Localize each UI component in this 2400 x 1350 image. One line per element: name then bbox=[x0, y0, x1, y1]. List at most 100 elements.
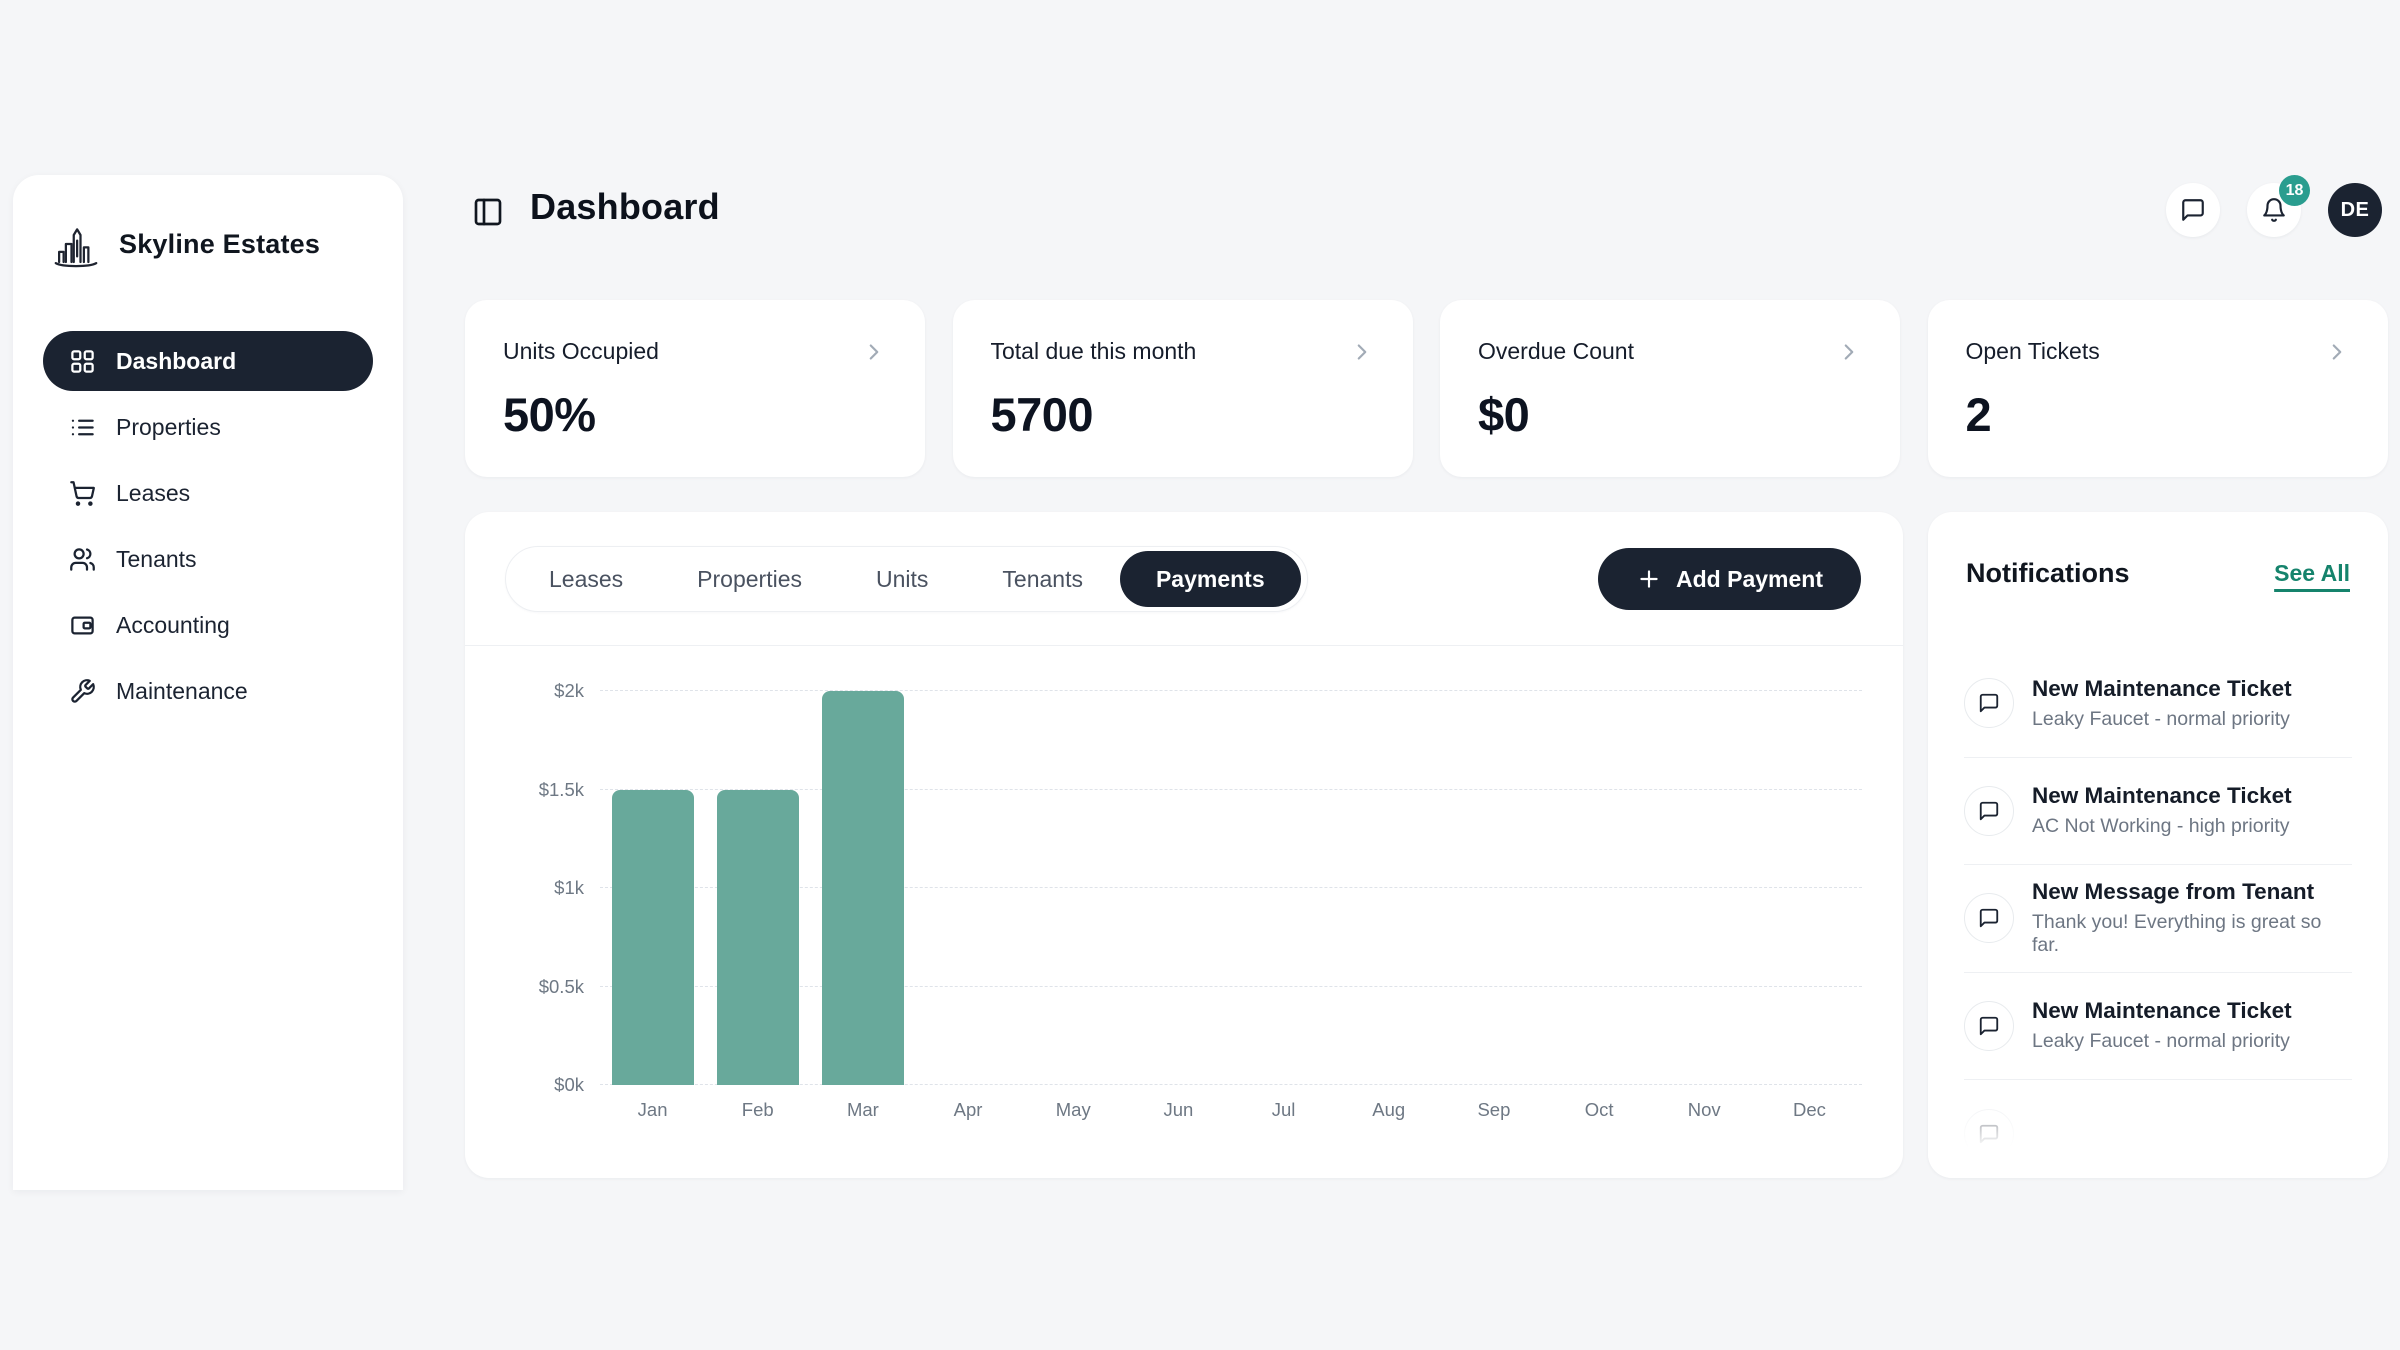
sidebar-item-label: Tenants bbox=[116, 546, 197, 573]
payments-panel: Leases Properties Units Tenants Payments… bbox=[465, 512, 1903, 1178]
message-bubble-icon bbox=[1964, 786, 2014, 836]
notification-description: Thank you! Everything is great so far. bbox=[2032, 911, 2352, 957]
stats-row: Units Occupied 50% Total due this month … bbox=[465, 300, 2388, 477]
avatar[interactable]: DE bbox=[2328, 183, 2382, 237]
notification-title: New Maintenance Ticket bbox=[2032, 676, 2292, 702]
skyline-logo-icon bbox=[49, 217, 103, 271]
notifications-panel: Notifications See All New Maintenance Ti… bbox=[1928, 512, 2388, 1178]
app-name: Skyline Estates bbox=[119, 229, 320, 260]
sidebar-item-label: Properties bbox=[116, 414, 221, 441]
see-all-link[interactable]: See All bbox=[2274, 560, 2350, 587]
y-axis-tick: $0.5k bbox=[539, 976, 584, 998]
plus-icon bbox=[1636, 566, 1662, 592]
layout-grid-icon bbox=[69, 348, 96, 375]
y-axis-tick: $0k bbox=[554, 1074, 584, 1096]
notification-count-badge: 18 bbox=[2279, 175, 2310, 206]
stat-label: Total due this month bbox=[991, 338, 1197, 365]
page-title: Dashboard bbox=[530, 186, 720, 228]
stat-card-units-occupied[interactable]: Units Occupied 50% bbox=[465, 300, 925, 477]
notification-item[interactable]: New Maintenance Ticket Leaky Faucet - no… bbox=[1964, 973, 2352, 1081]
message-square-icon bbox=[2180, 197, 2206, 223]
bar-mar bbox=[822, 691, 904, 1085]
x-axis-tick: Nov bbox=[1652, 1099, 1757, 1121]
tab-units[interactable]: Units bbox=[839, 547, 965, 611]
tab-payments[interactable]: Payments bbox=[1120, 551, 1301, 607]
sidebar: Skyline Estates Dashboard Properties Lea… bbox=[13, 175, 403, 1190]
shopping-cart-icon bbox=[69, 480, 96, 507]
messages-button[interactable] bbox=[2166, 183, 2220, 237]
sidebar-menu: Dashboard Properties Leases Tenants Acco… bbox=[43, 331, 373, 721]
stat-card-total-due[interactable]: Total due this month 5700 bbox=[953, 300, 1413, 477]
stat-value: 5700 bbox=[991, 387, 1375, 442]
header-actions: 18 DE bbox=[2166, 183, 2382, 237]
message-bubble-icon bbox=[1964, 1109, 2014, 1159]
wallet-icon bbox=[69, 612, 96, 639]
panel-left-icon bbox=[472, 196, 504, 228]
chevron-right-icon bbox=[1349, 339, 1375, 365]
chart-plot: $0k$0.5k$1k$1.5k$2kJanFebMarAprMayJunJul… bbox=[600, 660, 1862, 1085]
x-axis-tick: Sep bbox=[1441, 1099, 1546, 1121]
notification-title: New Message from Tenant bbox=[2032, 879, 2352, 905]
message-bubble-icon bbox=[1964, 893, 2014, 943]
stat-card-overdue-count[interactable]: Overdue Count $0 bbox=[1440, 300, 1900, 477]
stat-value: 2 bbox=[1966, 387, 2350, 442]
sidebar-item-leases[interactable]: Leases bbox=[43, 463, 373, 523]
add-payment-label: Add Payment bbox=[1676, 566, 1823, 593]
sidebar-item-label: Accounting bbox=[116, 612, 230, 639]
stat-value: $0 bbox=[1478, 387, 1862, 442]
sidebar-toggle-button[interactable] bbox=[472, 196, 504, 228]
chevron-right-icon bbox=[861, 339, 887, 365]
sidebar-item-label: Leases bbox=[116, 480, 190, 507]
users-icon bbox=[69, 546, 96, 573]
x-axis-tick: Mar bbox=[810, 1099, 915, 1121]
stat-card-open-tickets[interactable]: Open Tickets 2 bbox=[1928, 300, 2388, 477]
x-axis-tick: Jun bbox=[1126, 1099, 1231, 1121]
brand: Skyline Estates bbox=[43, 215, 373, 273]
list-icon bbox=[69, 414, 96, 441]
y-axis-tick: $1.5k bbox=[539, 779, 584, 801]
notification-item[interactable]: New Maintenance Ticket AC Not Working - … bbox=[1964, 758, 2352, 866]
notification-item[interactable]: New Message from Tenant Thank you! Every… bbox=[1964, 865, 2352, 973]
y-axis-tick: $1k bbox=[554, 877, 584, 899]
notifications-list: New Maintenance Ticket Leaky Faucet - no… bbox=[1964, 650, 2352, 1178]
x-axis-tick: Oct bbox=[1547, 1099, 1652, 1121]
notifications-title: Notifications bbox=[1966, 558, 2130, 589]
wrench-icon bbox=[69, 678, 96, 705]
add-payment-button[interactable]: Add Payment bbox=[1598, 548, 1861, 610]
gridline bbox=[600, 690, 1862, 691]
bar-feb bbox=[717, 790, 799, 1086]
y-axis-tick: $2k bbox=[554, 680, 584, 702]
stat-value: 50% bbox=[503, 387, 887, 442]
x-axis-tick: Jul bbox=[1231, 1099, 1336, 1121]
x-axis-tick: Jan bbox=[600, 1099, 705, 1121]
x-axis-tick: Apr bbox=[916, 1099, 1021, 1121]
notification-item[interactable]: New Maintenance Ticket Leaky Faucet - no… bbox=[1964, 650, 2352, 758]
message-bubble-icon bbox=[1964, 1001, 2014, 1051]
stat-label: Open Tickets bbox=[1966, 338, 2100, 365]
tab-tenants[interactable]: Tenants bbox=[965, 547, 1120, 611]
notification-title: New Maintenance Ticket bbox=[2032, 783, 2292, 809]
notification-item-partial bbox=[1964, 1080, 2352, 1178]
x-axis-tick: May bbox=[1021, 1099, 1126, 1121]
entity-tabs: Leases Properties Units Tenants Payments bbox=[505, 546, 1308, 612]
notification-title: New Maintenance Ticket bbox=[2032, 998, 2292, 1024]
chevron-right-icon bbox=[2324, 339, 2350, 365]
message-bubble-icon bbox=[1964, 678, 2014, 728]
x-axis-tick: Feb bbox=[705, 1099, 810, 1121]
notification-description: AC Not Working - high priority bbox=[2032, 815, 2292, 838]
divider bbox=[465, 645, 1903, 646]
sidebar-item-dashboard[interactable]: Dashboard bbox=[43, 331, 373, 391]
sidebar-item-label: Maintenance bbox=[116, 678, 248, 705]
tab-leases[interactable]: Leases bbox=[512, 547, 660, 611]
notifications-button[interactable]: 18 bbox=[2247, 183, 2301, 237]
notification-description: Leaky Faucet - normal priority bbox=[2032, 1030, 2292, 1053]
sidebar-item-properties[interactable]: Properties bbox=[43, 397, 373, 457]
chevron-right-icon bbox=[1836, 339, 1862, 365]
sidebar-item-accounting[interactable]: Accounting bbox=[43, 595, 373, 655]
stat-label: Units Occupied bbox=[503, 338, 659, 365]
sidebar-item-maintenance[interactable]: Maintenance bbox=[43, 661, 373, 721]
sidebar-item-tenants[interactable]: Tenants bbox=[43, 529, 373, 589]
tab-properties[interactable]: Properties bbox=[660, 547, 839, 611]
sidebar-item-label: Dashboard bbox=[116, 348, 236, 375]
x-axis-tick: Dec bbox=[1757, 1099, 1862, 1121]
